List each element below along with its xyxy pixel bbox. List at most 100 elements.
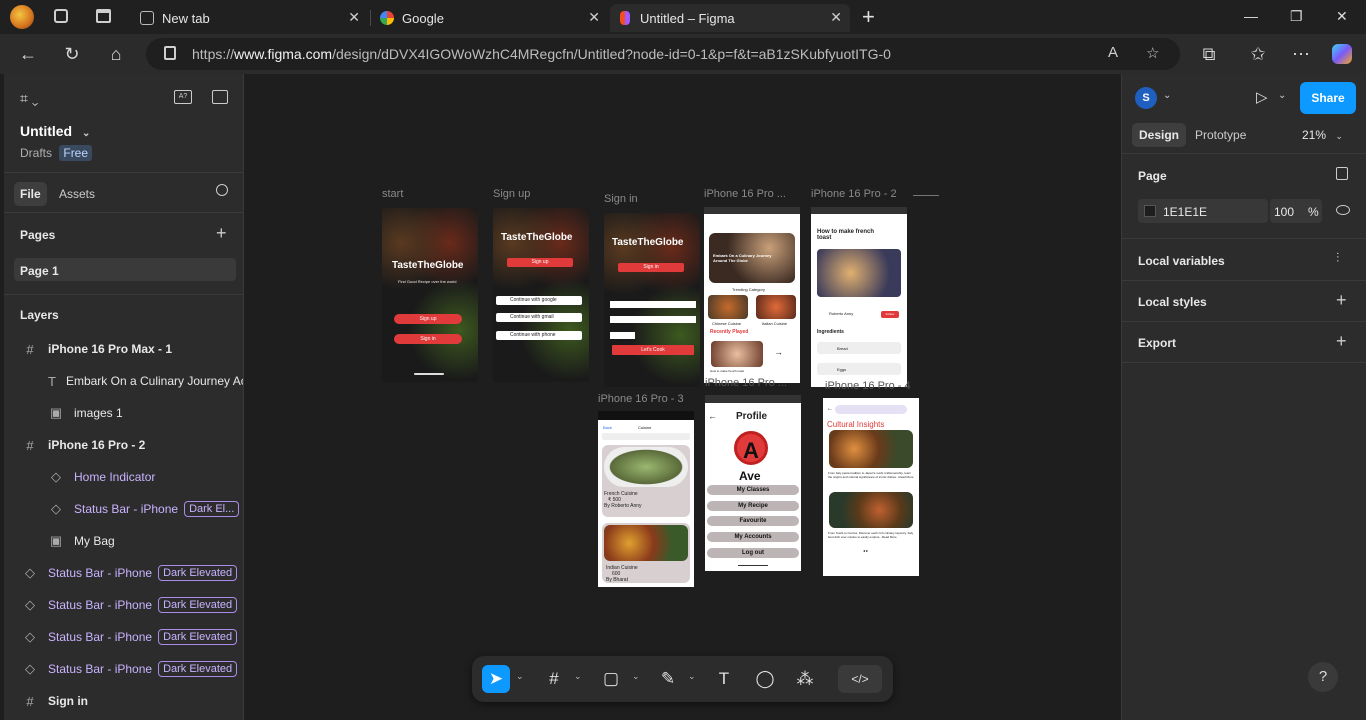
chevron-down-icon[interactable]: ⌄ <box>688 671 696 682</box>
dev-mode-icon[interactable]: </> <box>838 665 882 693</box>
remember-box[interactable] <box>610 332 635 339</box>
layer-row[interactable]: # iPhone 16 Pro Max - 1 <box>4 334 243 364</box>
frame-label-signup[interactable]: Sign up <box>493 188 530 200</box>
profile-avatar-icon[interactable] <box>10 5 34 29</box>
profile-avatar[interactable]: A <box>734 431 768 465</box>
copilot-icon[interactable] <box>1332 44 1352 64</box>
username-field[interactable] <box>610 301 696 308</box>
canvas[interactable]: start Sign up Sign in iPhone 16 Pro ... … <box>245 74 1121 720</box>
profile-menu-item[interactable]: Favourite <box>707 516 799 527</box>
refresh-icon[interactable]: ↻ <box>61 43 83 65</box>
user-avatar[interactable]: S <box>1135 87 1157 109</box>
add-page-icon[interactable]: + <box>216 223 227 244</box>
back-arrow-icon[interactable]: ← <box>827 406 833 412</box>
frame-label-hidden-4[interactable]: iPhone 16 Pro - 4 <box>825 380 911 392</box>
back-icon[interactable]: ← <box>17 43 39 65</box>
present-icon[interactable]: ▷ <box>1256 88 1268 106</box>
layer-row[interactable]: ◇ Status Bar - iPhone Dark Elevated <box>4 558 243 588</box>
page-color-field[interactable]: 1E1E1E <box>1138 199 1268 223</box>
frame-label-iphone-16-pro[interactable]: iPhone 16 Pro ... <box>704 188 786 200</box>
password-field[interactable] <box>610 316 696 323</box>
visibility-eye-icon[interactable] <box>1336 205 1350 215</box>
tab-file[interactable]: File <box>14 182 47 206</box>
chevron-down-icon[interactable]: ⌄ <box>632 671 640 682</box>
help-button[interactable]: ? <box>1308 662 1338 692</box>
frame-cultural[interactable]: ← Cultural Insights From Italy pasta tra… <box>823 398 919 576</box>
cuisine-card-indian[interactable]: Indian Cuisine 600 By Bharat <box>602 523 690 583</box>
pen-tool-icon[interactable]: ✎ <box>654 665 682 693</box>
favorites-icon[interactable]: ✩ <box>1247 43 1269 65</box>
frame-iphone-16-pro-3[interactable]: Back Cuisine French Cuisine ₹ 500 By Rob… <box>598 411 694 587</box>
more-menu-icon[interactable]: ⋯ <box>1290 43 1312 65</box>
pager-arrows[interactable]: ◂ ▸ <box>863 548 868 553</box>
page-style-icon[interactable] <box>1336 167 1348 180</box>
profile-menu-item[interactable]: My Accounts <box>707 532 799 543</box>
shape-tool-icon[interactable]: ▢ <box>597 665 625 693</box>
frame-signin[interactable]: TasteTheGlobe Sign in Let's Cook <box>604 213 700 387</box>
close-icon[interactable]: ✕ <box>588 9 600 26</box>
continue-phone-button[interactable]: Continue with phone <box>496 331 582 340</box>
chevron-down-icon[interactable]: ⌄ <box>574 671 582 682</box>
page-item-page-1[interactable]: Page 1 <box>14 258 236 281</box>
actions-tool-icon[interactable]: ⁂ <box>791 665 819 693</box>
favorite-star-icon[interactable]: ☆ <box>1146 44 1159 62</box>
layer-row[interactable]: ◇ Status Bar - iPhone Dark El... <box>4 494 243 524</box>
frame-label-iphone-16-pro-3[interactable]: iPhone 16 Pro - 3 <box>598 393 684 405</box>
chevron-down-icon[interactable]: ⌄ <box>516 671 524 682</box>
layer-row[interactable]: # Sign in <box>4 686 243 716</box>
frame-profile[interactable]: ← Profile A Ave My Classes My Recipe Favou… <box>705 395 801 571</box>
extensions-icon[interactable]: ⧉ <box>1198 43 1220 65</box>
sidebar-toggle-icon[interactable] <box>212 90 228 104</box>
file-location[interactable]: Drafts <box>20 146 52 160</box>
new-tab-button[interactable]: + <box>862 4 875 30</box>
cuisine-card-french[interactable]: French Cuisine ₹ 500 By Roberto Anny <box>602 445 690 517</box>
continue-google-button[interactable]: Continue with google <box>496 296 582 305</box>
tab-design[interactable]: Design <box>1132 123 1187 147</box>
add-export-icon[interactable]: + <box>1336 331 1347 352</box>
layer-row[interactable]: ◇ Status Bar - iPhone Dark Elevated <box>4 654 243 684</box>
layer-row[interactable]: ▣ images 1 <box>4 398 243 428</box>
chevron-down-icon[interactable]: ⌄ <box>1278 90 1286 101</box>
export[interactable]: Export <box>1138 336 1176 350</box>
close-icon[interactable]: ✕ <box>348 9 360 26</box>
frame-iphone-16-pro[interactable]: Embark On a Culinary Journey Around The … <box>704 207 800 383</box>
cultural-search[interactable] <box>835 405 907 414</box>
workspaces-icon[interactable] <box>54 9 68 23</box>
tab-prototype[interactable]: Prototype <box>1195 128 1246 142</box>
zoom-level[interactable]: 21% ⌄ <box>1302 128 1343 142</box>
signin-button[interactable]: Sign in <box>618 263 684 272</box>
restore-icon[interactable]: ❐ <box>1290 8 1303 25</box>
minimize-icon[interactable]: — <box>1244 8 1258 24</box>
frame-iphone-16-pro-2[interactable]: How to make french toast Roberto Anny Fo… <box>811 207 907 387</box>
tab-new-tab[interactable]: New tab ✕ <box>132 4 368 32</box>
home-icon[interactable]: ⌂ <box>105 43 127 65</box>
profile-menu-item[interactable]: My Recipe <box>707 500 799 511</box>
read-aloud-icon[interactable]: A <box>1108 44 1118 61</box>
layer-row[interactable]: ◇ Status Bar - iPhone Dark Elevated <box>4 622 243 652</box>
back-link[interactable]: Back <box>603 425 612 430</box>
frame-label-profile-hidden[interactable]: iPhone 16 Pro ... <box>705 377 787 389</box>
tab-figma[interactable]: Untitled – Figma ✕ <box>610 4 850 32</box>
arrow-right-icon[interactable]: → <box>774 347 783 357</box>
frame-start[interactable]: TasteTheGlobe Find Good Recipe over the … <box>382 208 478 382</box>
frame-tool-icon[interactable]: # <box>540 665 568 693</box>
search-field[interactable] <box>602 433 690 440</box>
signup-button[interactable]: Sign up <box>394 314 462 324</box>
search-icon[interactable] <box>216 184 228 196</box>
tab-assets[interactable]: Assets <box>59 187 95 201</box>
continue-gmail-button[interactable]: Continue with gmail <box>496 313 582 322</box>
signup-button[interactable]: Sign up <box>507 258 573 267</box>
signin-button[interactable]: Sign in <box>394 334 462 344</box>
tab-google[interactable]: Google ✕ <box>372 4 608 32</box>
layer-row[interactable]: T Embark On a Culinary Journey Ac <box>4 366 243 396</box>
plan-badge[interactable]: Free <box>59 145 93 161</box>
color-swatch[interactable] <box>1144 205 1156 217</box>
frame-signup[interactable]: TasteTheGlobe Sign up Continue with goog… <box>493 208 589 382</box>
profile-menu-item[interactable]: Log out <box>707 547 799 558</box>
layer-row[interactable]: ◇ Home Indicator <box>4 462 243 492</box>
frame-label-iphone-16-pro-2[interactable]: iPhone 16 Pro - 2 <box>811 188 897 200</box>
main-menu-icon[interactable]: ⌗ ⌄ <box>20 90 38 107</box>
local-styles[interactable]: Local styles <box>1138 295 1207 309</box>
lets-cook-button[interactable]: Let's Cook <box>612 345 694 355</box>
chevron-down-icon[interactable]: ⌄ <box>1163 90 1171 101</box>
